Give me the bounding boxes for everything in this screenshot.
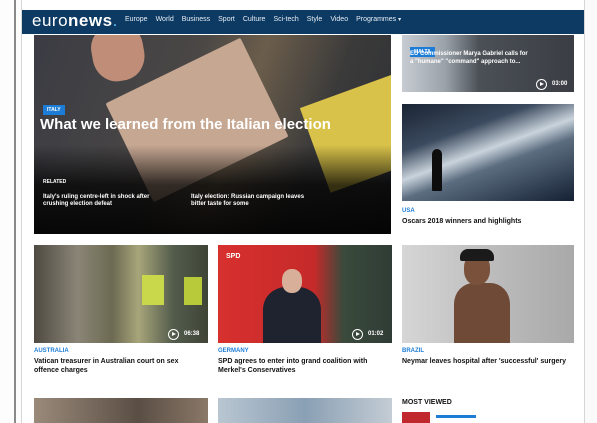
browser-frame-line xyxy=(14,0,16,423)
story-category[interactable]: Brazil xyxy=(402,348,424,354)
story-image xyxy=(402,104,574,201)
nav-video[interactable]: Video xyxy=(330,16,348,23)
play-icon[interactable] xyxy=(168,329,179,340)
story-card-malta[interactable]: Malta EU Commissioner Marya Gabriel call… xyxy=(402,35,574,92)
cap-shape xyxy=(460,249,494,261)
nav-business[interactable]: Business xyxy=(182,16,210,23)
story-card-brazil[interactable] xyxy=(402,245,574,343)
nav-sport[interactable]: Sport xyxy=(218,16,235,23)
browser-frame-left xyxy=(0,0,22,423)
play-icon[interactable] xyxy=(536,79,547,90)
story-card-partial[interactable] xyxy=(34,398,208,423)
video-duration: 01:02 xyxy=(368,331,384,337)
story-category[interactable]: USA xyxy=(402,208,415,214)
story-card-oscars[interactable] xyxy=(402,104,574,201)
spd-sign-text: SPD xyxy=(226,253,241,260)
story-title[interactable]: SPD agrees to enter into grand coalition… xyxy=(218,357,392,375)
person-silhouette xyxy=(432,149,442,191)
related-label: RELATED xyxy=(43,179,67,185)
person-silhouette xyxy=(454,283,510,343)
story-title[interactable]: EU Commissioner Marya Gabriel calls for … xyxy=(410,50,528,66)
most-viewed-heading: MOST VIEWED xyxy=(402,399,452,406)
hero-title[interactable]: What we learned from the Italian electio… xyxy=(40,115,340,134)
nav-world[interactable]: World xyxy=(156,16,174,23)
play-icon[interactable] xyxy=(352,329,363,340)
story-title[interactable]: Vatican treasurer in Australian court on… xyxy=(34,357,204,375)
scrollbar[interactable] xyxy=(584,0,597,423)
story-card-partial[interactable] xyxy=(218,398,392,423)
most-viewed-tag[interactable] xyxy=(436,415,476,418)
euronews-logo[interactable]: euronews. xyxy=(32,11,118,31)
hero-gradient xyxy=(34,145,391,234)
main-nav: Europe World Business Sport Culture Sci-… xyxy=(125,16,401,23)
story-card-germany[interactable]: SPD 01:02 xyxy=(218,245,392,343)
person-silhouette xyxy=(263,287,321,343)
related-link[interactable]: Italy election: Russian campaign leaves … xyxy=(191,194,306,208)
story-title[interactable]: Oscars 2018 winners and highlights xyxy=(402,217,574,226)
story-title[interactable]: Neymar leaves hospital after 'successful… xyxy=(402,357,574,366)
story-image xyxy=(34,398,208,423)
police-vest-shape xyxy=(184,277,202,305)
story-category[interactable]: Australia xyxy=(34,348,69,354)
video-duration: 03:00 xyxy=(552,81,568,87)
hero-story[interactable]: Italy What we learned from the Italian e… xyxy=(34,35,391,234)
story-image xyxy=(34,245,208,343)
nav-style[interactable]: Style xyxy=(307,16,323,23)
video-duration: 06:38 xyxy=(184,331,200,337)
chevron-down-icon: ▾ xyxy=(398,17,402,23)
person-head-shape xyxy=(282,269,302,293)
nav-europe[interactable]: Europe xyxy=(125,16,148,23)
related-link[interactable]: Italy's ruling centre-left in shock afte… xyxy=(43,194,158,208)
nav-sci-tech[interactable]: Sci-tech xyxy=(273,16,298,23)
most-viewed-thumbnail[interactable] xyxy=(402,412,430,423)
hero-tag[interactable]: Italy xyxy=(43,105,65,115)
nav-programmes[interactable]: Programmes ▾ xyxy=(356,16,401,23)
story-card-australia[interactable]: 06:38 xyxy=(34,245,208,343)
story-category[interactable]: Germany xyxy=(218,348,249,354)
story-image xyxy=(218,398,392,423)
police-vest-shape xyxy=(142,275,164,305)
nav-culture[interactable]: Culture xyxy=(243,16,266,23)
site-header: euronews. Europe World Business Sport Cu… xyxy=(22,10,584,34)
